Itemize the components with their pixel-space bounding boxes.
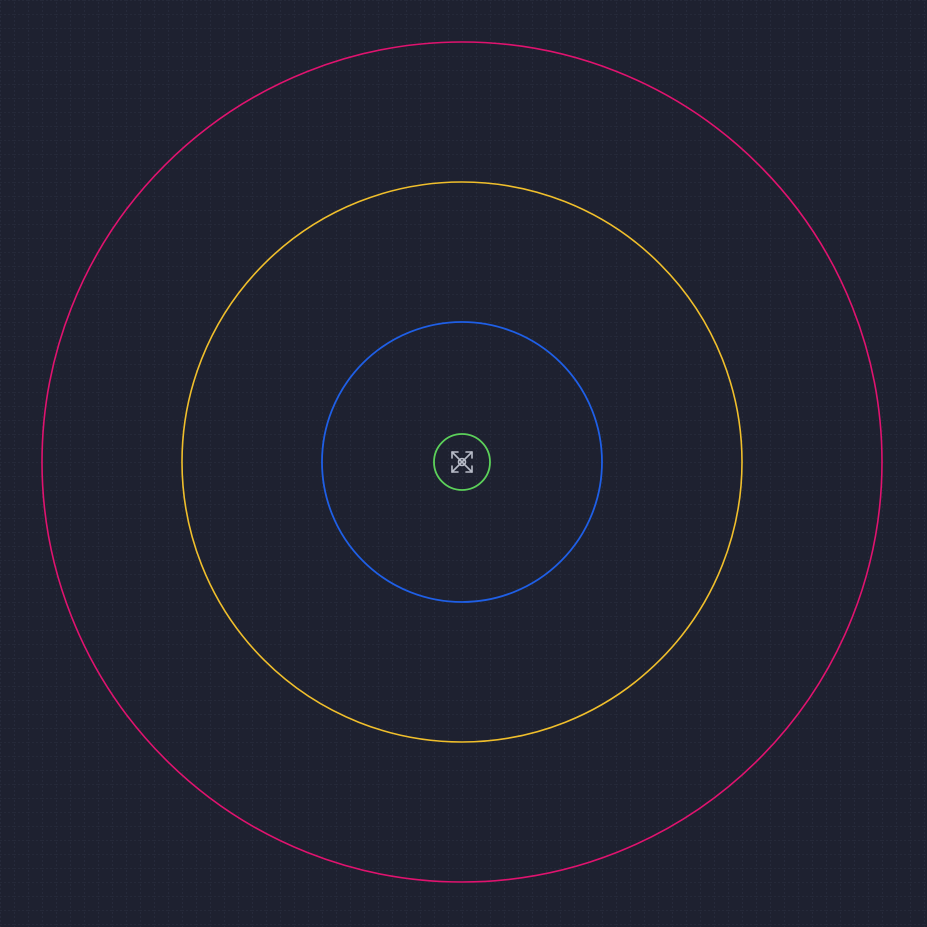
radar-canvas xyxy=(0,0,927,927)
